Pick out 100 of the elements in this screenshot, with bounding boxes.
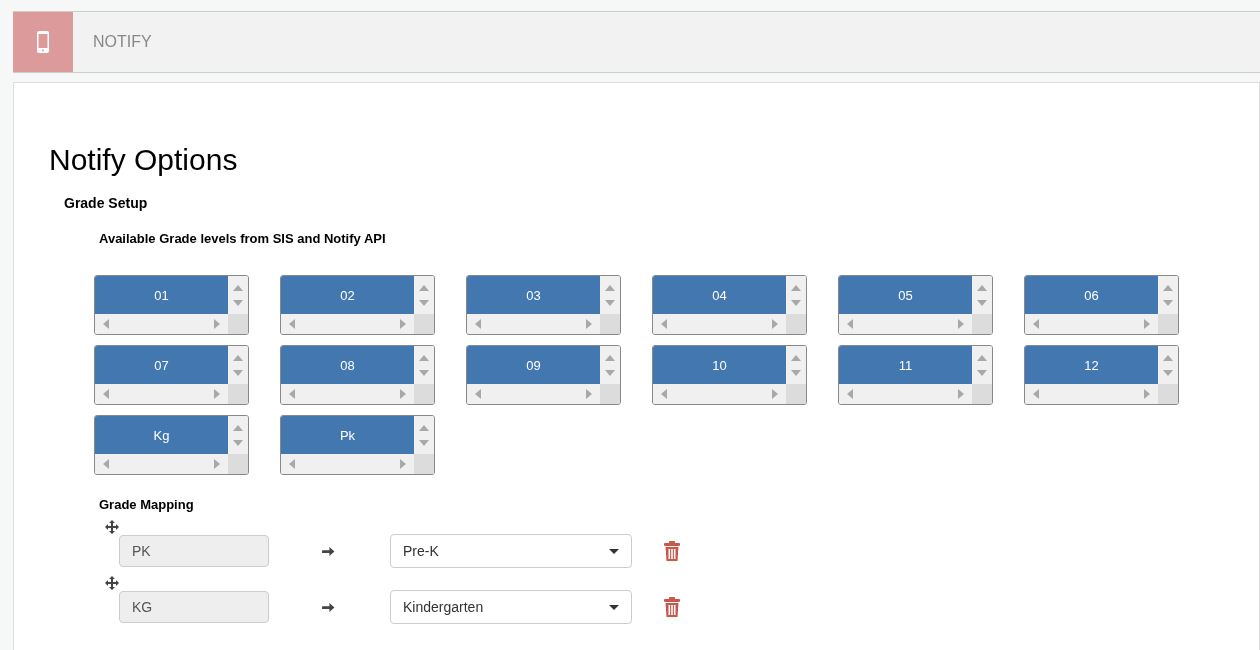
grade-listbox[interactable]: 05 (838, 275, 993, 335)
vertical-scrollbar[interactable] (972, 346, 992, 384)
vertical-scrollbar[interactable] (414, 346, 434, 384)
scroll-left-icon (847, 389, 853, 399)
scroll-left-icon (475, 319, 481, 329)
grade-listbox[interactable]: 09 (466, 345, 621, 405)
scroll-down-icon (233, 369, 243, 376)
list-option[interactable]: 09 (467, 346, 600, 384)
grade-listbox[interactable]: Kg (94, 415, 249, 475)
grade-listbox[interactable]: 01 (94, 275, 249, 335)
scroll-down-icon (419, 299, 429, 306)
list-option[interactable]: 04 (653, 276, 786, 314)
list-option[interactable]: Kg (95, 416, 228, 454)
horizontal-scrollbar[interactable] (1025, 314, 1158, 334)
scroll-left-icon (103, 319, 109, 329)
horizontal-scrollbar[interactable] (281, 454, 414, 474)
grade-listbox[interactable]: 03 (466, 275, 621, 335)
scroll-up-icon (977, 284, 987, 291)
list-option[interactable]: 05 (839, 276, 972, 314)
list-option[interactable]: 11 (839, 346, 972, 384)
scroll-up-icon (1163, 284, 1173, 291)
vertical-scrollbar[interactable] (972, 276, 992, 314)
vertical-scrollbar[interactable] (600, 276, 620, 314)
vertical-scrollbar[interactable] (600, 346, 620, 384)
scroll-up-icon (791, 354, 801, 361)
list-option[interactable]: 10 (653, 346, 786, 384)
vertical-scrollbar[interactable] (414, 276, 434, 314)
scroll-up-icon (233, 354, 243, 361)
scroll-down-icon (233, 439, 243, 446)
horizontal-scrollbar[interactable] (653, 384, 786, 404)
horizontal-scrollbar[interactable] (467, 384, 600, 404)
scroll-left-icon (1033, 319, 1039, 329)
grade-listbox[interactable]: 11 (838, 345, 993, 405)
horizontal-scrollbar[interactable] (839, 384, 972, 404)
scroll-right-icon (772, 319, 778, 329)
move-icon (105, 576, 119, 590)
grade-listbox[interactable]: 12 (1024, 345, 1179, 405)
scroll-right-icon (400, 389, 406, 399)
mapping-title: Grade Mapping (99, 497, 195, 512)
trash-icon[interactable] (664, 597, 680, 617)
horizontal-scrollbar[interactable] (1025, 384, 1158, 404)
vertical-scrollbar[interactable] (786, 276, 806, 314)
scroll-right-icon (958, 319, 964, 329)
vertical-scrollbar[interactable] (228, 276, 248, 314)
vertical-scrollbar[interactable] (228, 346, 248, 384)
horizontal-scrollbar[interactable] (839, 314, 972, 334)
trash-icon[interactable] (664, 541, 680, 561)
grade-listbox[interactable]: 04 (652, 275, 807, 335)
scroll-down-icon (419, 369, 429, 376)
vertical-scrollbar[interactable] (1158, 346, 1178, 384)
list-option[interactable]: 06 (1025, 276, 1158, 314)
vertical-scrollbar[interactable] (1158, 276, 1178, 314)
grade-listbox[interactable]: 10 (652, 345, 807, 405)
horizontal-scrollbar[interactable] (281, 384, 414, 404)
horizontal-scrollbar[interactable] (467, 314, 600, 334)
scroll-left-icon (1033, 389, 1039, 399)
vertical-scrollbar[interactable] (414, 416, 434, 454)
vertical-scrollbar[interactable] (786, 346, 806, 384)
list-option[interactable]: 08 (281, 346, 414, 384)
scroll-left-icon (289, 389, 295, 399)
scroll-up-icon (791, 284, 801, 291)
page-title: Notify Options (49, 143, 239, 177)
select-value: Kindergarten (403, 599, 484, 615)
scroll-left-icon (661, 389, 667, 399)
vertical-scrollbar[interactable] (228, 416, 248, 454)
scroll-down-icon (1163, 299, 1173, 306)
scroll-right-icon (214, 389, 220, 399)
list-option[interactable]: 01 (95, 276, 228, 314)
horizontal-scrollbar[interactable] (653, 314, 786, 334)
grade-listbox[interactable]: 02 (280, 275, 435, 335)
scroll-right-icon (214, 459, 220, 469)
phone-icon (36, 30, 50, 54)
grade-listbox[interactable]: 08 (280, 345, 435, 405)
horizontal-scrollbar[interactable] (95, 384, 228, 404)
scroll-right-icon (1144, 319, 1150, 329)
scroll-right-icon (400, 459, 406, 469)
horizontal-scrollbar[interactable] (281, 314, 414, 334)
scroll-down-icon (233, 299, 243, 306)
horizontal-scrollbar[interactable] (95, 314, 228, 334)
scroll-up-icon (233, 284, 243, 291)
scroll-right-icon (958, 389, 964, 399)
scroll-left-icon (661, 319, 667, 329)
scroll-right-icon (400, 319, 406, 329)
grade-listbox[interactable]: 07 (94, 345, 249, 405)
list-option[interactable]: 02 (281, 276, 414, 314)
grade-select[interactable]: Pre-K (390, 534, 632, 568)
grade-listbox[interactable]: 06 (1024, 275, 1179, 335)
grade-listbox[interactable]: Pk (280, 415, 435, 475)
scroll-right-icon (1144, 389, 1150, 399)
grade-select[interactable]: Kindergarten (390, 590, 632, 624)
list-option[interactable]: 12 (1025, 346, 1158, 384)
scroll-up-icon (233, 424, 243, 431)
scroll-up-icon (1163, 354, 1173, 361)
list-option[interactable]: Pk (281, 416, 414, 454)
arrow-right-icon (322, 545, 335, 557)
scroll-left-icon (847, 319, 853, 329)
list-option[interactable]: 07 (95, 346, 228, 384)
horizontal-scrollbar[interactable] (95, 454, 228, 474)
caret-icon (609, 604, 619, 610)
list-option[interactable]: 03 (467, 276, 600, 314)
